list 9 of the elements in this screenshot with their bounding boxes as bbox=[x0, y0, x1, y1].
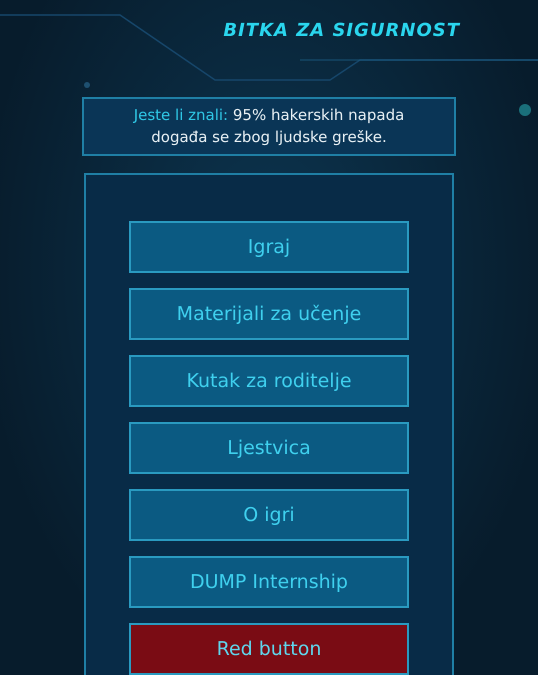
menu-button[interactable]: Materijali za učenje bbox=[129, 288, 409, 340]
menu-button[interactable]: Kutak za roditelje bbox=[129, 355, 409, 407]
menu-button[interactable]: Ljestvica bbox=[129, 422, 409, 474]
fact-text: Jeste li znali: 95% hakerskih napada događa se zbog ljudske greške. bbox=[132, 105, 406, 148]
menu-button[interactable]: O igri bbox=[129, 489, 409, 541]
menu-button[interactable]: DUMP Internship bbox=[129, 556, 409, 608]
menu-button[interactable]: Igraj bbox=[129, 221, 409, 273]
menu-button[interactable]: Red button bbox=[129, 623, 409, 675]
logo-subtitle: BITKA ZA SIGURNOST bbox=[223, 20, 460, 41]
